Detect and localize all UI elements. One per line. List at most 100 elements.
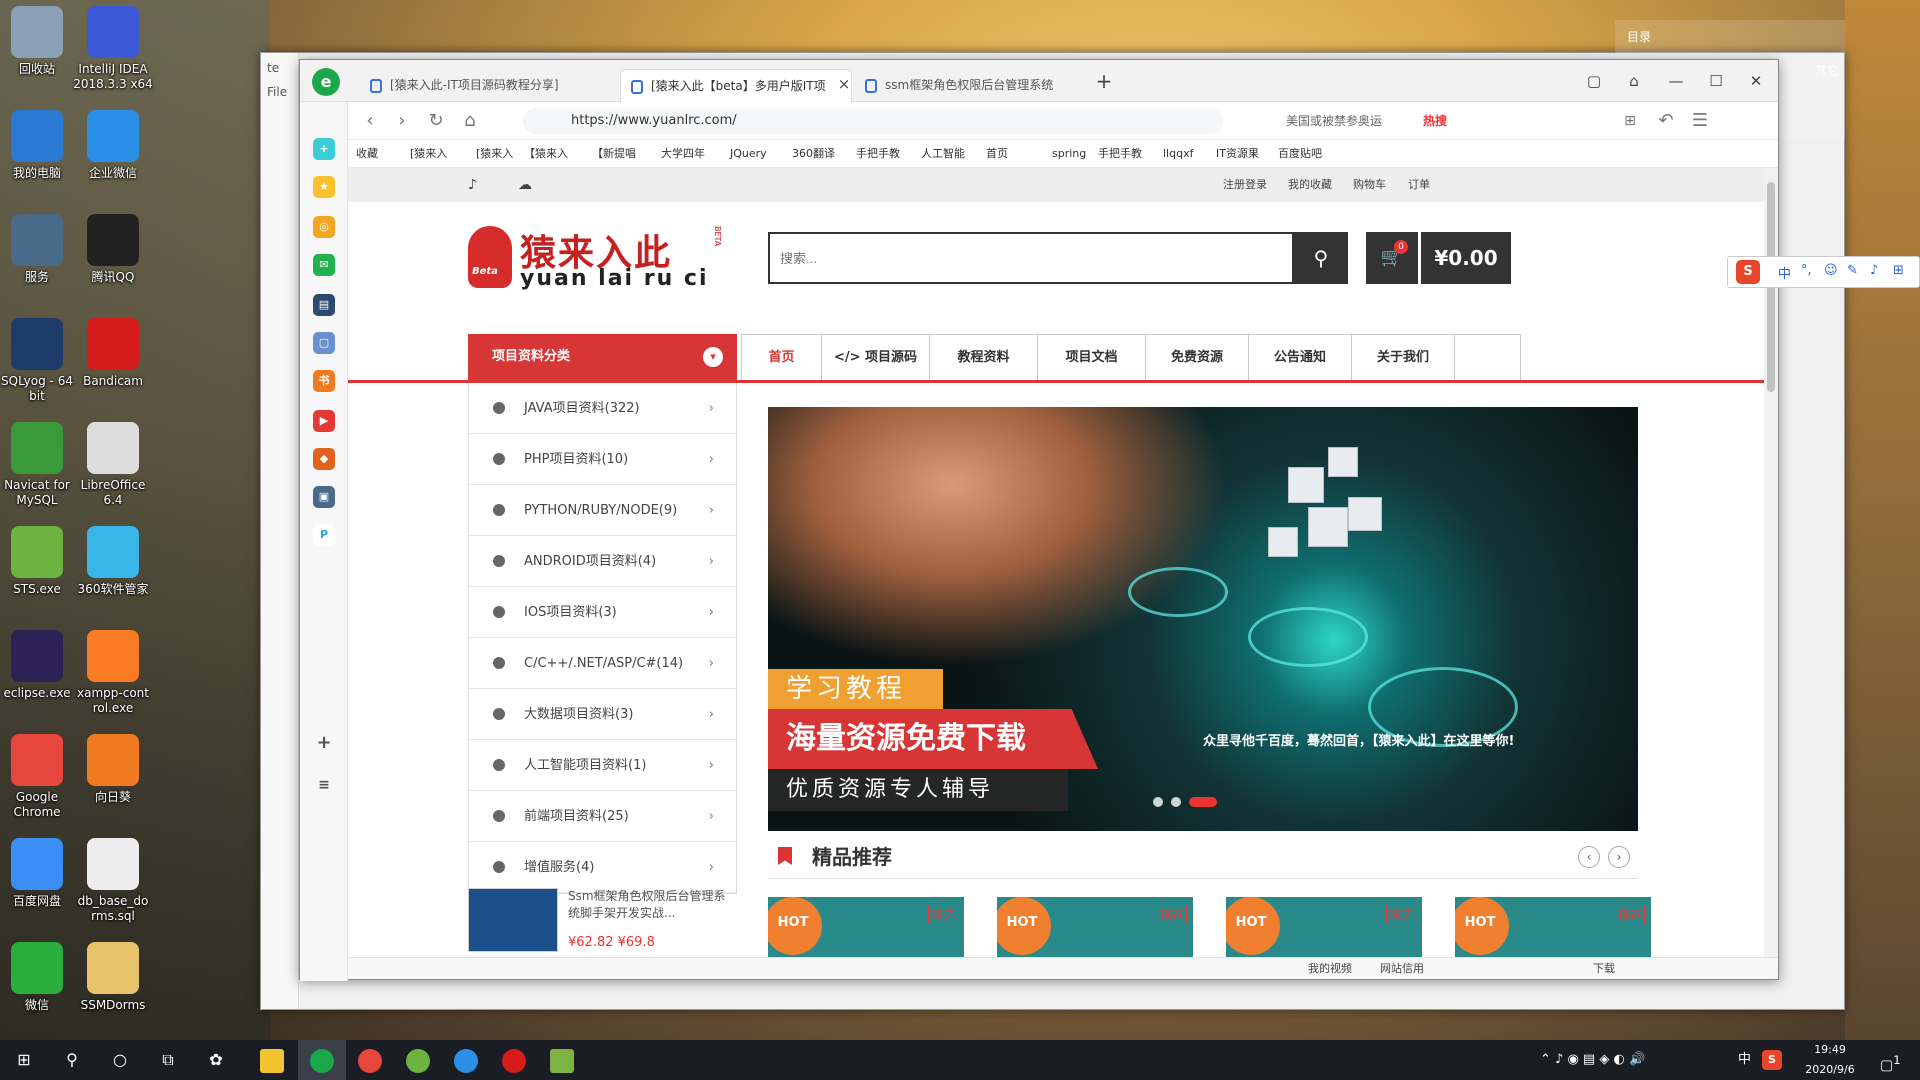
nav-item[interactable]: 项目文档	[1038, 335, 1146, 381]
close-window-button[interactable]: ✕	[1742, 68, 1770, 94]
category-header[interactable]: 项目资料分类 ▾	[468, 334, 737, 380]
ime-item[interactable]: ☺	[1824, 263, 1838, 278]
forward-icon[interactable]: ›	[390, 110, 414, 132]
next-arrow-icon[interactable]: ›	[1608, 846, 1630, 868]
ime-item[interactable]: °,	[1801, 263, 1812, 278]
bookmark-item[interactable]: 首页	[986, 140, 1008, 168]
bookmark-item[interactable]: JQuery	[730, 140, 767, 168]
category-item[interactable]: IOS项目资料(3) ›	[469, 587, 736, 638]
desktop-icon[interactable]: 360软件管家	[70, 526, 156, 597]
desktop-icon[interactable]: Google Chrome	[0, 734, 80, 820]
notepad-taskbar-icon[interactable]	[538, 1040, 586, 1080]
bookmark-item[interactable]: spring	[1052, 140, 1086, 168]
banner-dot-active[interactable]	[1189, 797, 1217, 807]
desktop-icon[interactable]: 我的电脑	[0, 110, 80, 181]
game-icon[interactable]: ▶	[313, 410, 335, 432]
mail-icon[interactable]: ✉	[313, 254, 335, 276]
nav-item[interactable]: </> 项目源码	[822, 335, 930, 381]
bookmark-item[interactable]: 手把手教	[1098, 140, 1142, 168]
cart-total[interactable]: ¥0.00	[1421, 232, 1511, 284]
sts-taskbar-icon[interactable]	[394, 1040, 442, 1080]
desktop-icon[interactable]: 腾讯QQ	[70, 214, 156, 285]
banner-dot[interactable]	[1171, 797, 1181, 807]
bookmark-item[interactable]: 360翻译	[792, 140, 835, 168]
tab-2[interactable]: [猿来入此【beta】多用户版IT项	[620, 69, 852, 102]
bookmark-item[interactable]: 手把手教	[856, 140, 900, 168]
ime-item[interactable]: ✎	[1847, 263, 1858, 278]
browser-taskbar-icon[interactable]	[298, 1040, 346, 1080]
bookmark-item[interactable]: 【猿来入	[524, 140, 568, 168]
desktop-icon[interactable]: 向日葵	[70, 734, 156, 805]
tray-icons[interactable]: ⌃ ♪ ◉ ▤ ◈ ◐ 🔊	[1540, 1050, 1645, 1070]
chrome-taskbar-icon[interactable]	[346, 1040, 394, 1080]
category-item[interactable]: ANDROID项目资料(4) ›	[469, 536, 736, 587]
wechat-small-icon[interactable]: ☁	[518, 168, 532, 202]
task-view-icon[interactable]: ⧉	[144, 1040, 192, 1080]
ime-indicator[interactable]: 中	[1738, 1050, 1751, 1070]
desktop-icon[interactable]: 百度网盘	[0, 838, 80, 909]
desktop-icon[interactable]: 企业微信	[70, 110, 156, 181]
desktop-icon[interactable]: 回收站	[0, 6, 80, 77]
desktop-icon[interactable]: SQLyog - 64 bit	[0, 318, 80, 404]
ime-item[interactable]: ♪	[1870, 263, 1878, 278]
bookmark-item[interactable]: 百度贴吧	[1278, 140, 1322, 168]
desktop-icon[interactable]: db_base_do rms.sql	[70, 838, 156, 924]
category-item[interactable]: 前端项目资料(25) ›	[469, 791, 736, 842]
clock[interactable]: 19:49 2020/9/6	[1800, 1040, 1860, 1080]
desktop-icon[interactable]: eclipse.exe	[0, 630, 80, 701]
bookmark-item[interactable]: [猿来入	[410, 140, 447, 168]
bookmark-item[interactable]: 【新提唱	[592, 140, 636, 168]
hot-search-badge[interactable]: 热搜	[1423, 108, 1447, 134]
top-link-register[interactable]: 注册登录	[1223, 168, 1267, 202]
bookmark-item[interactable]: IT资源果	[1216, 140, 1259, 168]
category-item[interactable]: C/C++/.NET/ASP/C#(14) ›	[469, 638, 736, 689]
desktop-icon[interactable]: 微信	[0, 942, 80, 1013]
bookmark-item[interactable]: 人工智能	[921, 140, 965, 168]
desktop-icon[interactable]: Bandicam	[70, 318, 156, 389]
start-icon[interactable]: ⊞	[0, 1040, 48, 1080]
close-tab-icon[interactable]: ×	[830, 71, 858, 97]
product-item[interactable]: Ssm框架角色权限后台管理系统脚手架开发实战... ¥62.82 ¥69.8	[468, 880, 737, 957]
bookmark-item[interactable]: [猿来入	[476, 140, 513, 168]
file-explorer-icon[interactable]	[248, 1040, 296, 1080]
category-item[interactable]: PYTHON/RUBY/NODE(9) ›	[469, 485, 736, 536]
maximize-button[interactable]: ☐	[1702, 68, 1730, 94]
desktop-icon[interactable]: LibreOffice 6.4	[70, 422, 156, 508]
sidebar-app-icon[interactable]: +	[313, 138, 335, 160]
hero-banner[interactable]: 学习教程 海量资源免费下载 优质资源专人辅导 众里寻他千百度，蓦然回首，【猿来入…	[768, 407, 1638, 831]
star-icon[interactable]: ★	[313, 176, 335, 198]
back-icon[interactable]: ‹	[358, 110, 382, 132]
category-item[interactable]: JAVA项目资料(322) ›	[469, 383, 736, 434]
recommend-card[interactable]: HOT 精选	[768, 897, 964, 957]
background-window-menu-file[interactable]: File	[267, 85, 287, 99]
desktop-icon[interactable]: IntelliJ IDEA 2018.3.3 x64	[70, 6, 156, 92]
wecom-taskbar-icon[interactable]	[442, 1040, 490, 1080]
ime-item[interactable]: 中	[1778, 263, 1791, 282]
desktop-icon[interactable]: Navicat for MySQL	[0, 422, 80, 508]
banner-dot[interactable]	[1153, 797, 1163, 807]
sogou-tray-icon[interactable]: S	[1762, 1050, 1782, 1070]
browser-logo-icon[interactable]: e	[312, 68, 340, 96]
menu-icon[interactable]: ≡	[313, 774, 335, 796]
tab-count-icon[interactable]: ▢	[1580, 68, 1608, 94]
category-item[interactable]: 人工智能项目资料(1) ›	[469, 740, 736, 791]
note-icon[interactable]: ▢	[313, 332, 335, 354]
top-link-cart[interactable]: 购物车	[1353, 168, 1386, 202]
chevron-down-icon[interactable]: ▾	[703, 347, 723, 367]
category-item[interactable]: 大数据项目资料(3) ›	[469, 689, 736, 740]
browser-window[interactable]: [猿来入此-IT项目源码教程分享] [猿来入此【beta】多用户版IT项 ssm…	[299, 59, 1779, 981]
reload-icon[interactable]: ↻	[424, 110, 448, 132]
bell-icon[interactable]: ♪	[468, 168, 477, 202]
site-search-input[interactable]	[770, 234, 1292, 282]
tab-3[interactable]: ssm框架角色权限后台管理系统	[855, 69, 1087, 102]
grid-icon[interactable]: ⊞	[1618, 110, 1642, 132]
top-link-orders[interactable]: 订单	[1408, 168, 1430, 202]
bookmark-item[interactable]: 收藏	[356, 140, 378, 168]
minimize-button[interactable]: —	[1662, 68, 1690, 94]
site-logo[interactable]: Beta 猿来入此 yuan lai ru ci BETA	[468, 218, 728, 298]
desktop-icon[interactable]: xampp-cont rol.exe	[70, 630, 156, 716]
bookmark-item[interactable]: 大学四年	[661, 140, 705, 168]
recommend-card[interactable]: HOT 精选	[1226, 897, 1422, 957]
url-input[interactable]: https://www.yuanlrc.com/	[523, 108, 1223, 134]
news-icon[interactable]: ▤	[313, 294, 335, 316]
